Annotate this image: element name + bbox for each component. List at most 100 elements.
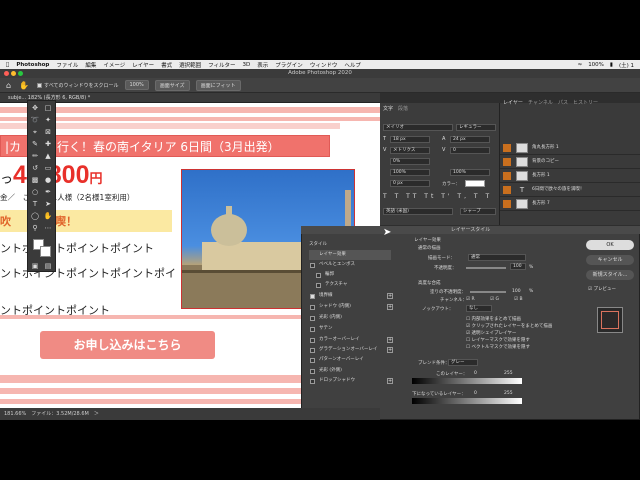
font-size-field[interactable]: 18 px [390,136,430,143]
style-checkbox[interactable] [310,338,315,343]
new-style-button[interactable]: 新規スタイル... [586,270,634,280]
ok-button[interactable]: OK [586,240,634,250]
option-checkbox[interactable]: ☐ ベクトルマスクで効果を隠す [466,344,530,350]
screen-mode-icon[interactable]: ▤ [43,261,53,271]
zoom-100-button[interactable]: 100% [124,80,149,90]
tab-paths[interactable]: パス [558,99,568,106]
style-item-inner-shadow[interactable]: シャドウ (内側) + [309,302,393,312]
tab-history[interactable]: ヒストリー [573,99,598,106]
tab-paragraph[interactable]: 段落 [398,105,408,112]
leading-field[interactable]: 24 px [450,136,490,143]
cancel-button[interactable]: キャンセル [586,255,634,265]
style-item-texture[interactable]: テクスチャ [309,280,391,290]
menu-3d[interactable]: 3D [243,62,251,68]
fill-opacity-value[interactable]: 100 [512,289,521,294]
option-checkbox[interactable]: ☑ 透明シェイプレイヤー [466,330,516,336]
style-item-outer-glow[interactable]: 光彩 (外側) [309,366,391,376]
document-tab[interactable]: subje... 182% (長方形 6, RGB/8) * [0,93,380,103]
layer-row[interactable]: 角丸長方形 1 [500,141,640,155]
blur-tool-icon[interactable]: ● [43,175,53,185]
fill-screen-button[interactable]: 画面にフィット [195,79,241,91]
style-checkbox[interactable] [316,273,321,278]
crop-tool-icon[interactable]: ⌖ [30,127,40,137]
option-checkbox[interactable]: ☑ クリップされたレイヤーをまとめて描画 [466,323,552,329]
more-tools-icon[interactable]: ⋯ [43,223,53,233]
menu-image[interactable]: イメージ [103,61,125,69]
battery-percent[interactable]: 100% [588,62,604,68]
visibility-eye-icon[interactable] [503,186,511,194]
layer-row[interactable]: T 6日間で欧々の旅を満喫！ [500,183,640,197]
menu-plugins[interactable]: プラグイン [275,61,303,69]
eyedropper-icon[interactable]: ✎ [30,139,40,149]
menu-app-photoshop[interactable]: Photoshop [16,62,49,68]
scroll-all-windows-checkbox[interactable]: すべてのウィンドウをスクロール [37,82,119,89]
frame-tool-icon[interactable]: ⊠ [43,127,53,137]
style-item-inner-glow[interactable]: 光彩 (内側) [309,313,391,323]
healing-brush-icon[interactable]: ✚ [43,139,53,149]
history-brush-icon[interactable]: ↺ [30,163,40,173]
blend-if-select[interactable]: グレー [448,359,478,366]
style-checkbox[interactable] [310,379,315,384]
layer-row[interactable]: 背景のコピー [500,155,640,169]
menu-help[interactable]: ヘルプ [344,61,361,69]
hand-tool-icon[interactable]: ✋ [43,211,53,221]
fit-screen-button[interactable]: 画面サイズ [154,79,190,91]
style-checkbox[interactable] [310,294,315,299]
tsume-field[interactable]: 0% [390,158,430,165]
visibility-eye-icon[interactable] [503,158,511,166]
style-item-contour[interactable]: 輪郭 [309,270,391,280]
language-select[interactable]: 英語 (米国) [383,208,453,215]
style-item-bevel[interactable]: ベベルとエンボス [309,260,391,270]
add-icon[interactable]: + [387,293,393,299]
background-color-swatch[interactable] [40,246,51,257]
tab-character[interactable]: 文字 [383,105,393,112]
add-icon[interactable]: + [387,347,393,353]
style-item-pattern-overlay[interactable]: パターンオーバーレイ [309,355,391,365]
visibility-eye-icon[interactable] [503,200,511,208]
style-item-stroke[interactable]: 境界線 + [309,291,393,301]
style-checkbox[interactable] [310,358,315,363]
kerning-field[interactable]: メトリクス [390,147,430,154]
style-item-color-overlay[interactable]: カラーオーバーレイ + [309,335,393,345]
layer-row[interactable]: 長方形 1 [500,169,640,183]
add-icon[interactable]: + [387,378,393,384]
knockout-select[interactable]: なし [466,305,492,312]
tab-channels[interactable]: チャンネル [528,99,553,106]
font-style-select[interactable]: レギュラー [456,124,496,131]
shape-tool-icon[interactable]: ◯ [30,211,40,221]
style-checkbox[interactable] [310,348,315,353]
menu-edit[interactable]: 編集 [85,61,96,69]
dodge-tool-icon[interactable]: ○ [30,187,40,197]
fill-opacity-slider[interactable] [470,291,506,293]
menu-select[interactable]: 選択範囲 [179,61,201,69]
style-item-layer-effects[interactable]: レイヤー効果 [309,250,391,260]
tracking-field[interactable]: 0 [450,147,490,154]
menu-view[interactable]: 表示 [257,61,268,69]
style-item-drop-shadow[interactable]: ドロップシャドウ + [309,376,393,386]
option-checkbox[interactable]: ☐ 内部効果をまとめて描画 [466,316,521,322]
antialias-select[interactable]: シャープ [460,208,496,215]
menu-window[interactable]: ウィンドウ [310,61,338,69]
magic-wand-icon[interactable]: ✦ [43,115,53,125]
option-checkbox[interactable]: ☐ レイヤーマスクで効果を隠す [466,337,530,343]
this-layer-gradient-slider[interactable] [412,378,522,384]
menu-file[interactable]: ファイル [56,61,78,69]
zoom-window-icon[interactable] [18,71,23,76]
text-style-buttons[interactable]: T T TT Tt T' T, T T [383,193,495,202]
menu-type[interactable]: 書式 [161,61,172,69]
under-layer-gradient-slider[interactable] [412,398,522,404]
move-tool-icon[interactable]: ✥ [30,103,40,113]
style-item-satin[interactable]: サテン [309,324,391,334]
visibility-eye-icon[interactable] [503,172,511,180]
baseline-shift-field[interactable]: 0 px [390,180,430,187]
font-family-select[interactable]: メイリオ [383,124,453,131]
blend-mode-select[interactable]: 通常 [468,254,526,261]
style-checkbox[interactable] [310,305,315,310]
stamp-tool-icon[interactable]: ▲ [43,151,53,161]
quick-mask-icon[interactable]: ▣ [30,261,40,271]
style-checkbox[interactable] [310,369,315,374]
wifi-icon[interactable]: ≈ [578,62,583,68]
vertical-scale-field[interactable]: 100% [390,169,430,176]
opacity-field[interactable]: 100 [510,263,526,270]
zoom-tool-icon[interactable]: ⚲ [30,223,40,233]
